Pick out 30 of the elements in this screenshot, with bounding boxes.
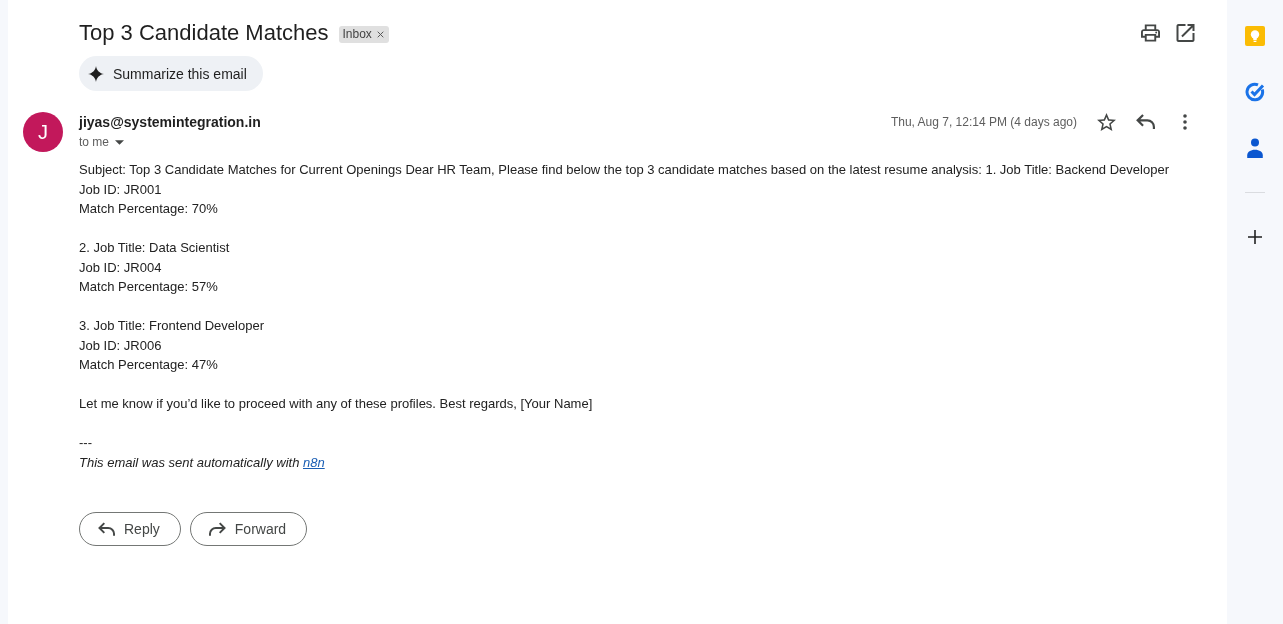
body-paragraph: 2. Job Title: Data Scientist Job ID: JR004 Match Percentage: 57% <box>79 239 231 296</box>
body-paragraph: Subject: Top 3 Candidate Matches for Current Openings Dear HR Team, Please find below the top 3 candidate matches based on the latest resume analysis: 1. Job Title: Backend Developer Job ID: JR001 Match Percentage: 70% <box>79 161 1170 218</box>
person-icon[interactable] <box>1247 138 1263 158</box>
sender-address: jiyas@systemintegration.in <box>79 113 261 132</box>
body-paragraph: Let me know if you’d like to proceed with any of these profiles. Best regards, [Your Name] <box>79 395 594 413</box>
footer-note: This email was sent automatically with n8n <box>79 453 326 472</box>
footer-link[interactable]: n8n <box>303 454 325 470</box>
signature-separator: --- <box>79 434 93 452</box>
print-icon[interactable] <box>1141 24 1160 42</box>
check-circle-icon[interactable] <box>1245 82 1265 102</box>
forward-button[interactable]: Forward <box>189 512 308 546</box>
caret-icon <box>115 139 124 145</box>
email-subject: Top 3 Candidate Matches <box>79 19 329 47</box>
close-icon[interactable] <box>376 30 384 38</box>
avatar: J <box>23 112 63 152</box>
open-in-new-window-icon[interactable] <box>1176 24 1195 42</box>
reply-icon[interactable] <box>1136 113 1155 131</box>
body-paragraph: 3. Job Title: Frontend Developer Job ID: JR006 Match Percentage: 47% <box>79 317 265 374</box>
message-date: Thu, Aug 7, 12:14 PM (4 days ago) <box>890 115 1077 129</box>
star-icon[interactable] <box>1097 113 1116 131</box>
label-chip[interactable]: Inbox <box>338 25 389 43</box>
forward-icon <box>208 521 226 537</box>
recipients-dropdown[interactable]: to me <box>79 133 124 151</box>
label-text: Inbox <box>342 25 372 43</box>
add-icon[interactable] <box>1248 230 1262 244</box>
sparkle-icon <box>88 65 104 82</box>
more-options-icon[interactable] <box>1183 114 1187 130</box>
summarize-button[interactable]: Summarize this email <box>79 56 263 91</box>
reply-button[interactable]: Reply <box>79 512 181 546</box>
reply-icon <box>98 521 115 537</box>
